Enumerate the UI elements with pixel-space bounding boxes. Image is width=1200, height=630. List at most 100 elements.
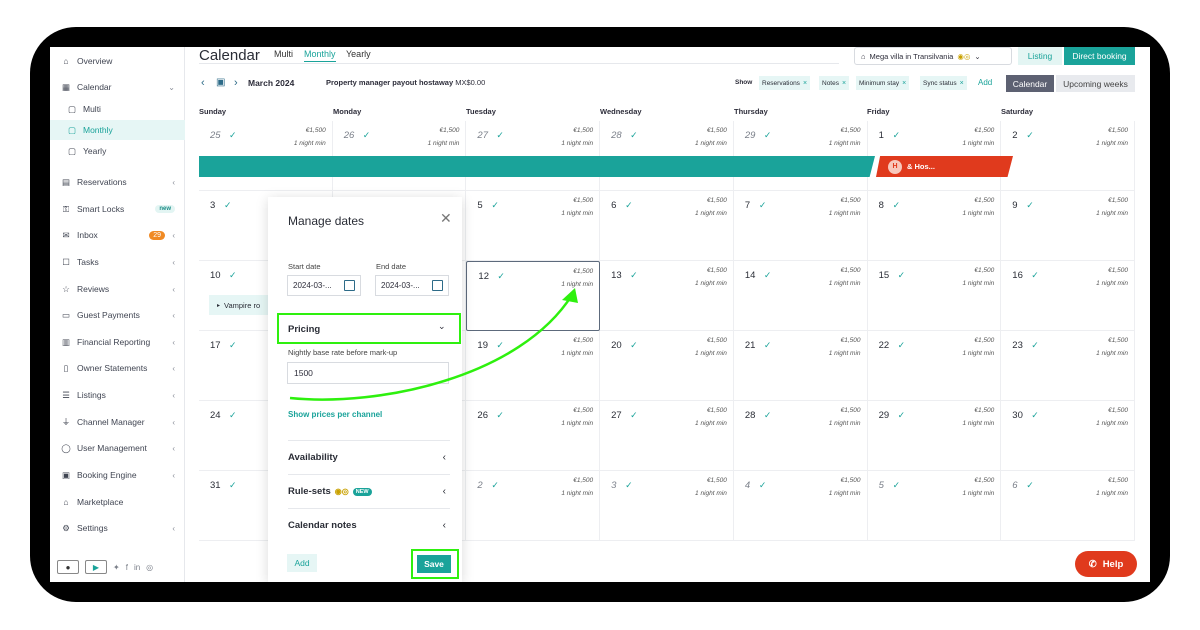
- sidebar-item-calendar[interactable]: ▦ Calendar ⌄: [50, 77, 185, 97]
- google-play-icon[interactable]: ▶: [85, 560, 107, 574]
- save-button[interactable]: Save: [417, 555, 451, 573]
- calendar-view-button[interactable]: Calendar: [1006, 75, 1054, 92]
- sidebar-item-yearly[interactable]: ▢ Yearly: [50, 141, 185, 161]
- sidebar-item-tasks[interactable]: ☐ Tasks ‹: [50, 252, 185, 272]
- day-number: 28: [744, 410, 756, 421]
- day-number: 20: [611, 340, 622, 351]
- calendar-day-cell[interactable]: 6 ✓ €1,500 1 night min: [600, 191, 734, 261]
- calendar-day-cell[interactable]: 26 ✓ €1,500 1 night min: [466, 401, 601, 471]
- min-stay: 1 night min: [561, 281, 594, 288]
- start-date-field[interactable]: 2024-03-...: [287, 275, 361, 296]
- chevron-down-icon[interactable]: ⌄: [438, 321, 446, 332]
- calendar-day-cell[interactable]: 8 ✓ €1,500 1 night min: [867, 191, 1002, 261]
- sidebar-item-marketplace[interactable]: ⌂ Marketplace: [50, 492, 185, 512]
- nightly-rate-input[interactable]: 1500: [287, 362, 449, 384]
- filter-chip-reservations[interactable]: Reservations ×: [759, 76, 811, 90]
- instagram-icon[interactable]: ◎: [146, 563, 153, 572]
- calendar-icon[interactable]: ▣: [216, 77, 225, 88]
- rulesets-section[interactable]: Rule-sets ◉◎ NEW ‹: [288, 474, 450, 508]
- tab-monthly[interactable]: Monthly: [304, 49, 336, 62]
- prev-month-icon[interactable]: ‹: [201, 77, 205, 89]
- property-selector[interactable]: ⌂ Mega villa in Transilvania ◉◎ ⌄: [854, 47, 1012, 65]
- add-filter-link[interactable]: Add: [978, 78, 992, 87]
- chevron-left-icon: ‹: [172, 177, 175, 187]
- calendar-day-cell[interactable]: 9 ✓ €1,500 1 night min: [1001, 191, 1135, 261]
- inbox-count-badge: 29: [149, 230, 165, 240]
- upcoming-weeks-button[interactable]: Upcoming weeks: [1056, 75, 1135, 92]
- sidebar-item-smart-locks[interactable]: ⚿ Smart Locks new: [50, 199, 185, 219]
- sidebar-item-settings[interactable]: ⚙ Settings ‹: [50, 518, 185, 538]
- sidebar-item-reviews[interactable]: ☆ Reviews ‹: [50, 279, 185, 299]
- calendar-day-cell[interactable]: 5 ✓ €1,500 1 night min: [867, 471, 1002, 541]
- calendar-day-cell[interactable]: 29 ✓ €1,500 1 night min: [867, 401, 1002, 471]
- calendar-day-cell[interactable]: 30 ✓ €1,500 1 night min: [1001, 401, 1135, 471]
- calendar-day-cell[interactable]: 22 ✓ €1,500 1 night min: [867, 331, 1002, 401]
- day-price: €1,500: [840, 197, 861, 204]
- close-icon[interactable]: ×: [902, 80, 906, 87]
- sidebar-item-reservations[interactable]: ▤ Reservations ‹: [50, 172, 185, 192]
- add-button[interactable]: Add: [287, 554, 317, 572]
- pricing-section-toggle[interactable]: Pricing: [288, 324, 320, 335]
- twitter-icon[interactable]: ✦: [113, 563, 120, 572]
- calendar-day-cell[interactable]: 12 ✓ €1,500 1 night min: [466, 261, 601, 331]
- calendar-day-cell[interactable]: 13 ✓ €1,500 1 night min: [600, 261, 734, 331]
- tab-multi[interactable]: Multi: [274, 49, 293, 59]
- listing-button[interactable]: Listing: [1018, 47, 1062, 65]
- reservation-bar[interactable]: [199, 156, 875, 177]
- direct-booking-button[interactable]: Direct booking: [1064, 47, 1135, 65]
- show-prices-per-channel-link[interactable]: Show prices per channel: [288, 410, 382, 419]
- calendar-day-cell[interactable]: 2 ✓ €1,500 1 night min: [1001, 121, 1135, 191]
- day-price: €1,500: [1108, 407, 1128, 414]
- linkedin-icon[interactable]: in: [134, 563, 140, 572]
- apple-icon[interactable]: ●: [57, 560, 79, 574]
- calendar-day-cell[interactable]: 7 ✓ €1,500 1 night min: [733, 191, 868, 261]
- calendar-day-cell[interactable]: 21 ✓ €1,500 1 night min: [733, 331, 868, 401]
- sidebar-item-owner-statements[interactable]: ▯ Owner Statements ‹: [50, 358, 185, 378]
- filter-chip-minimum-stay[interactable]: Minimum stay ×: [856, 76, 910, 90]
- sidebar-item-channel-manager[interactable]: ⏚ Channel Manager ‹: [50, 412, 185, 432]
- help-button[interactable]: ✆ Help: [1075, 551, 1137, 577]
- sidebar-item-guest-payments[interactable]: ▭ Guest Payments ‹: [50, 305, 185, 325]
- calendar-day-cell[interactable]: 6 ✓ €1,500 1 night min: [1001, 471, 1135, 541]
- end-date-field[interactable]: 2024-03-...: [375, 275, 449, 296]
- close-icon[interactable]: ✕: [440, 210, 452, 227]
- sidebar-item-financial-reporting[interactable]: ▥ Financial Reporting ‹: [50, 332, 185, 352]
- day-number: 6: [611, 200, 617, 211]
- reservations-icon: ▤: [61, 176, 71, 187]
- start-date-value: 2024-03-...: [293, 281, 332, 290]
- sidebar-item-multi[interactable]: ▢ Multi: [50, 99, 185, 119]
- sidebar-item-overview[interactable]: ⌂ Overview: [50, 51, 185, 71]
- calendar-day-cell[interactable]: 27 ✓ €1,500 1 night min: [600, 401, 734, 471]
- close-icon[interactable]: ×: [842, 80, 846, 87]
- reservation-bar[interactable]: H & Hos...: [876, 156, 1013, 177]
- facebook-icon[interactable]: f: [126, 563, 128, 572]
- calendar-day-cell[interactable]: 2 ✓ €1,500 1 night min: [466, 471, 601, 541]
- calendar-notes-section[interactable]: Calendar notes ‹: [288, 508, 450, 542]
- sidebar-item-inbox[interactable]: ✉ Inbox 29 ‹: [50, 225, 185, 245]
- sidebar-item-user-management[interactable]: ◯ User Management ‹: [50, 438, 185, 458]
- filter-chip-sync-status[interactable]: Sync status ×: [920, 76, 967, 90]
- sidebar-item-label: Reviews: [77, 284, 110, 294]
- calendar-day-cell[interactable]: 3 ✓ €1,500 1 night min: [600, 471, 734, 541]
- calendar-day-cell[interactable]: 28 ✓ €1,500 1 night min: [733, 401, 868, 471]
- calendar-day-cell[interactable]: 20 ✓ €1,500 1 night min: [600, 331, 734, 401]
- calendar-icon: [432, 280, 443, 291]
- close-icon[interactable]: ×: [960, 80, 964, 87]
- next-month-icon[interactable]: ›: [234, 77, 238, 89]
- close-icon[interactable]: ×: [803, 80, 807, 87]
- calendar-day-cell[interactable]: 23 ✓ €1,500 1 night min: [1001, 331, 1135, 401]
- reservation-label: & Hos...: [907, 162, 935, 171]
- calendar-day-cell[interactable]: 15 ✓ €1,500 1 night min: [867, 261, 1002, 331]
- checkmark-icon: ✓: [630, 270, 638, 280]
- calendar-day-cell[interactable]: 19 ✓ €1,500 1 night min: [466, 331, 601, 401]
- sidebar-item-booking-engine[interactable]: ▣ Booking Engine ‹: [50, 465, 185, 485]
- sidebar-item-monthly[interactable]: ▢ Monthly: [50, 120, 185, 140]
- calendar-day-cell[interactable]: 14 ✓ €1,500 1 night min: [733, 261, 868, 331]
- calendar-day-cell[interactable]: 5 ✓ €1,500 1 night min: [466, 191, 601, 261]
- availability-section[interactable]: Availability ‹: [288, 440, 450, 474]
- sidebar-item-listings[interactable]: ☰ Listings ‹: [50, 385, 185, 405]
- filter-chip-notes[interactable]: Notes ×: [819, 76, 850, 90]
- tab-yearly[interactable]: Yearly: [346, 49, 371, 59]
- calendar-day-cell[interactable]: 4 ✓ €1,500 1 night min: [733, 471, 868, 541]
- calendar-day-cell[interactable]: 16 ✓ €1,500 1 night min: [1001, 261, 1135, 331]
